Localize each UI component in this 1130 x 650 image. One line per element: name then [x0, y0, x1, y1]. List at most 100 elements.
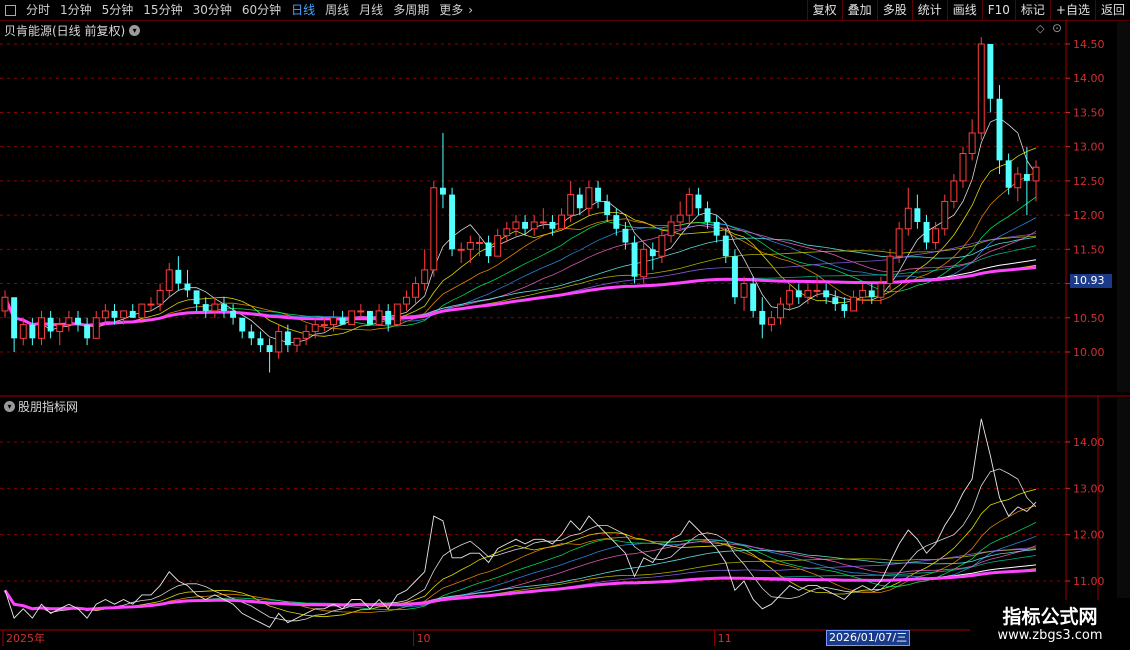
candle-body-up — [877, 283, 885, 298]
candle-body-up — [503, 228, 511, 237]
candle-body-up — [539, 221, 547, 224]
candle-body-down — [750, 283, 757, 311]
candle-body-down — [649, 249, 656, 257]
date-label: 11 — [718, 632, 732, 645]
candle-body-down — [713, 221, 720, 236]
candle-body-down — [284, 331, 291, 346]
candle-body-up — [676, 214, 684, 223]
candle-body-down — [175, 269, 182, 284]
candle-body-down — [622, 228, 629, 243]
candle-body-down — [914, 208, 921, 222]
stock-title: 贝肯能源(日线 前复权) — [4, 24, 126, 38]
candle-body-up — [977, 43, 985, 134]
candle-body-up — [38, 317, 45, 339]
candle-body-up — [302, 330, 310, 339]
ma-line-indicator — [4, 488, 1037, 618]
y-tick-label: 12.00 — [1073, 529, 1105, 542]
watermark: 指标公式网 www.zbgs3.com — [970, 600, 1130, 650]
diamond-icon[interactable]: ◇ — [1036, 22, 1044, 35]
candle-body-down — [449, 194, 456, 250]
candle-body-up — [585, 187, 593, 209]
candle-body-up — [859, 289, 867, 298]
y-tick-label: 10.00 — [1073, 346, 1105, 359]
candle-body-up — [275, 330, 283, 353]
candle-body-down — [239, 317, 246, 332]
y-tick-label: 14.00 — [1073, 436, 1105, 449]
candle-body-up — [65, 317, 73, 326]
y-tick-label: 12.50 — [1073, 175, 1105, 188]
side-panel-strip — [1117, 22, 1130, 392]
candle-body-down — [339, 317, 346, 325]
candle-body-up — [357, 310, 365, 313]
y-tick-label: 14.50 — [1073, 38, 1105, 51]
candle-body-up — [494, 235, 502, 257]
indicator-title: 股朋指标网 — [18, 400, 79, 414]
candle-body-down — [1005, 160, 1012, 188]
candle-body-down — [129, 310, 136, 318]
candle-body-up — [941, 200, 949, 230]
date-axis: 2025年1011121 — [2, 630, 1042, 646]
chevron-down-icon[interactable]: ▾ — [4, 401, 15, 412]
candle-body-down — [221, 304, 227, 311]
candle-body-up — [19, 324, 27, 339]
candle-body-up — [348, 310, 356, 326]
candle-body-down — [996, 98, 1003, 161]
cursor-date-tag: 2026/01/07/三 — [826, 630, 911, 646]
candle-body-down — [695, 194, 702, 209]
candle-body-down — [631, 242, 638, 277]
candle-body-up — [375, 310, 383, 326]
candle-body-down — [832, 297, 839, 305]
candle-body-up — [466, 241, 474, 250]
candle-body-up — [813, 289, 821, 292]
candle-body-up — [567, 194, 575, 216]
candle-body-up — [475, 241, 483, 244]
candle-body-up — [767, 317, 775, 326]
candle-body-down — [522, 221, 529, 229]
candle-body-up — [777, 303, 784, 319]
y-tick-label: 10.50 — [1073, 312, 1105, 325]
candle-body-up — [886, 255, 894, 285]
menu-icon[interactable]: ⊙ — [1052, 21, 1062, 35]
candle-body-up — [101, 310, 109, 319]
candle-body-down — [257, 338, 264, 346]
y-tick-label: 13.00 — [1073, 482, 1105, 495]
candle-body-down — [704, 208, 711, 222]
y-tick-label: 11.00 — [1073, 575, 1105, 588]
stock-chart[interactable]: 14.50 14.00 13.50 13.00 12.50 12.00 11.50 11.00… — [0, 0, 1130, 650]
sub-panel-title: ▾ 股朋指标网 — [4, 398, 78, 415]
ma-line-indicator — [4, 522, 1037, 611]
candle-body-up — [156, 289, 164, 305]
candle-body-up — [430, 187, 438, 271]
candle-body-down — [759, 310, 766, 325]
candle-body-up — [804, 289, 812, 298]
y-axis: 14.50 14.00 13.50 13.00 12.50 12.00 11.50 11.00… — [1066, 38, 1105, 588]
candle-body-up — [904, 207, 912, 230]
candle-body-up — [895, 228, 903, 257]
candle-body-up — [1032, 166, 1040, 182]
candle-body-down — [230, 310, 237, 318]
candle-body-down — [11, 297, 18, 339]
candle-body-down — [604, 201, 611, 216]
date-label: 10 — [417, 632, 431, 645]
candle-body-up — [211, 303, 219, 312]
current-price-tag: 10.93 — [1070, 274, 1112, 288]
candle-body-up — [147, 303, 155, 306]
candle-body-down — [841, 304, 848, 311]
candle-body-down — [923, 221, 930, 243]
candle-body-down — [576, 194, 583, 209]
candle-body-down — [595, 187, 602, 202]
candle-body-up — [950, 180, 958, 202]
ma-line-indicator — [4, 468, 1037, 622]
candle-body-down — [84, 324, 91, 339]
chevron-down-icon[interactable]: ▾ — [129, 25, 141, 36]
candle-body-down — [248, 331, 255, 339]
candle-body-up — [640, 248, 648, 278]
candle-body-down — [1023, 174, 1030, 181]
candle-body-up — [421, 269, 429, 285]
main-panel-title: 贝肯能源(日线 前复权) ▾ — [4, 22, 141, 39]
candle-body-up — [786, 289, 794, 305]
candle-body-up — [932, 228, 940, 243]
candle-body-up — [293, 337, 301, 346]
candle-body-down — [184, 283, 191, 291]
candle-body-up — [530, 221, 538, 230]
